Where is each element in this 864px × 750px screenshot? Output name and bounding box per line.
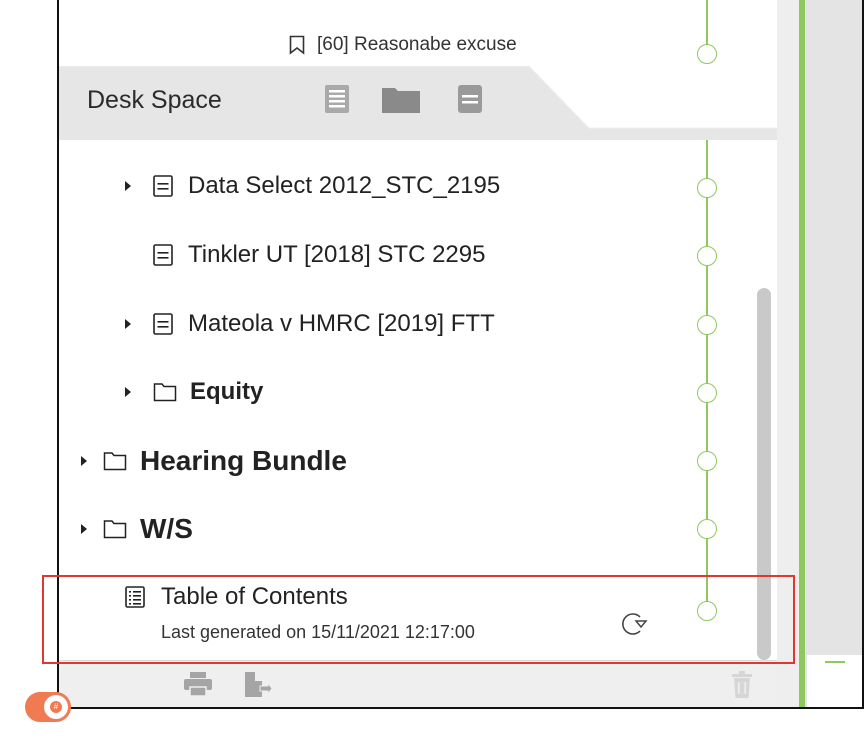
tree-item[interactable]: W/S [81, 513, 193, 545]
timeline-node[interactable] [697, 383, 717, 403]
toc-highlight-box [42, 575, 795, 664]
timeline-line [706, 140, 708, 610]
expand-caret-icon[interactable] [81, 456, 87, 466]
table-of-contents-icon[interactable] [324, 84, 350, 114]
timeline-line-top [706, 0, 708, 46]
adjacent-pane-marker [825, 661, 845, 663]
tree-item[interactable]: Hearing Bundle [81, 445, 347, 477]
folder-outline-icon [103, 452, 127, 471]
document-icon [153, 313, 173, 335]
bottom-toolbar [59, 660, 777, 707]
top-tree-item-label: [60] Reasonabe excuse [317, 34, 517, 55]
expand-caret-icon[interactable] [125, 181, 131, 191]
trash-icon[interactable] [730, 671, 754, 699]
folder-icon[interactable] [381, 84, 421, 114]
expand-caret-icon[interactable] [125, 319, 131, 329]
tree-item[interactable]: Equity [125, 378, 263, 406]
print-icon[interactable] [183, 670, 213, 698]
timeline-node[interactable] [697, 178, 717, 198]
folder-outline-icon [103, 520, 127, 539]
timeline-node[interactable] [697, 246, 717, 266]
tree-item-label: Equity [190, 378, 264, 405]
adjacent-pane [805, 0, 862, 707]
document-icon [153, 244, 173, 266]
expand-caret-icon[interactable] [125, 387, 131, 397]
folder-outline-icon [153, 383, 177, 402]
export-icon[interactable] [242, 668, 272, 700]
timeline-node[interactable] [697, 451, 717, 471]
tree-item[interactable]: Tinkler UT [2018] STC 2295 [153, 241, 485, 269]
tree-item-label: Mateola v HMRC [2019] FTT [188, 310, 495, 337]
timeline-node[interactable] [697, 519, 717, 539]
timeline-node[interactable] [697, 315, 717, 335]
bookmark-icon [289, 35, 305, 55]
tree-item-label: Tinkler UT [2018] STC 2295 [188, 241, 486, 268]
top-tree-item[interactable]: [60] Reasonabe excuse [289, 34, 517, 56]
tree-item[interactable]: Mateola v HMRC [2019] FTT [125, 310, 495, 338]
tree-item-label: Hearing Bundle [140, 445, 347, 476]
tab-desk-space[interactable]: Desk Space [87, 86, 222, 115]
tree-item-label: W/S [140, 513, 193, 544]
expand-caret-icon[interactable] [81, 524, 87, 534]
toggle-knob: # [44, 695, 68, 719]
tree-item[interactable]: Data Select 2012_STC_2195 [125, 172, 500, 200]
document-icon [153, 175, 173, 197]
adjacent-pane-bottom [807, 655, 862, 707]
page-numbering-toggle[interactable]: # [25, 692, 71, 722]
timeline-node[interactable] [697, 44, 717, 64]
tree-item-label: Data Select 2012_STC_2195 [188, 172, 501, 199]
document-icon[interactable] [457, 84, 483, 114]
